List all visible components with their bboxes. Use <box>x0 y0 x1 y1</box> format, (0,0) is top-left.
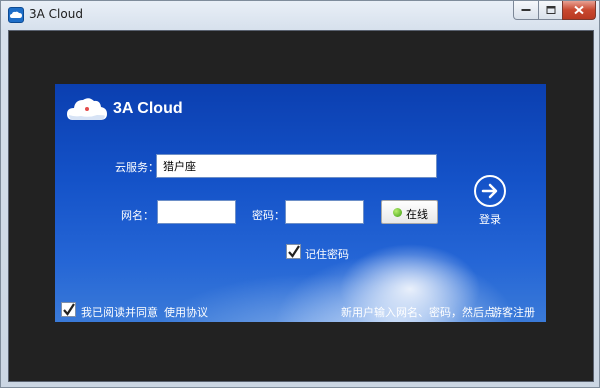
maximize-button[interactable] <box>538 1 563 20</box>
close-icon <box>574 5 584 15</box>
checkmark-icon <box>63 303 75 316</box>
app-window: 3A Cloud 3A Cloud 云服务： 猎户座 网名： 密码： 在线 登录… <box>0 0 600 388</box>
maximize-icon <box>546 6 555 14</box>
password-label: 密码： <box>252 209 285 222</box>
agree-terms-checkbox[interactable] <box>61 302 76 317</box>
arrow-right-icon <box>481 183 498 199</box>
online-status-icon <box>393 208 402 217</box>
login-arrow-button[interactable] <box>474 175 506 207</box>
checkmark-icon <box>288 245 300 258</box>
net-name-field[interactable] <box>157 200 236 224</box>
close-button[interactable] <box>562 1 596 20</box>
guest-register-link[interactable]: 游客注册 <box>491 304 535 320</box>
minimize-button[interactable] <box>513 1 539 20</box>
status-label: 在线 <box>406 208 428 221</box>
terms-of-use-link[interactable]: 使用协议 <box>164 304 208 320</box>
net-name-label: 网名： <box>121 209 154 222</box>
remember-password-label[interactable]: 记住密码 <box>305 246 349 262</box>
title-bar[interactable]: 3A Cloud <box>1 1 599 29</box>
brand-title: 3A Cloud <box>113 100 183 117</box>
window-title: 3A Cloud <box>29 7 83 21</box>
cloud-logo-icon <box>67 98 107 120</box>
password-field[interactable] <box>285 200 364 224</box>
cloud-service-field[interactable]: 猎户座 <box>156 154 437 178</box>
app-cloud-icon <box>8 7 24 23</box>
remember-password-checkbox[interactable] <box>286 244 301 259</box>
new-user-hint: 新用户输入网名、密码，然后点 <box>341 306 495 319</box>
agree-terms-label: 我已阅读并同意 <box>81 306 158 319</box>
minimize-icon <box>521 9 531 11</box>
cloud-service-label: 云服务： <box>115 161 159 174</box>
login-label[interactable]: 登录 <box>479 211 501 227</box>
login-panel: 3A Cloud 云服务： 猎户座 网名： 密码： 在线 登录 记住密码 我已阅… <box>55 84 546 322</box>
status-online-button[interactable]: 在线 <box>381 200 438 224</box>
